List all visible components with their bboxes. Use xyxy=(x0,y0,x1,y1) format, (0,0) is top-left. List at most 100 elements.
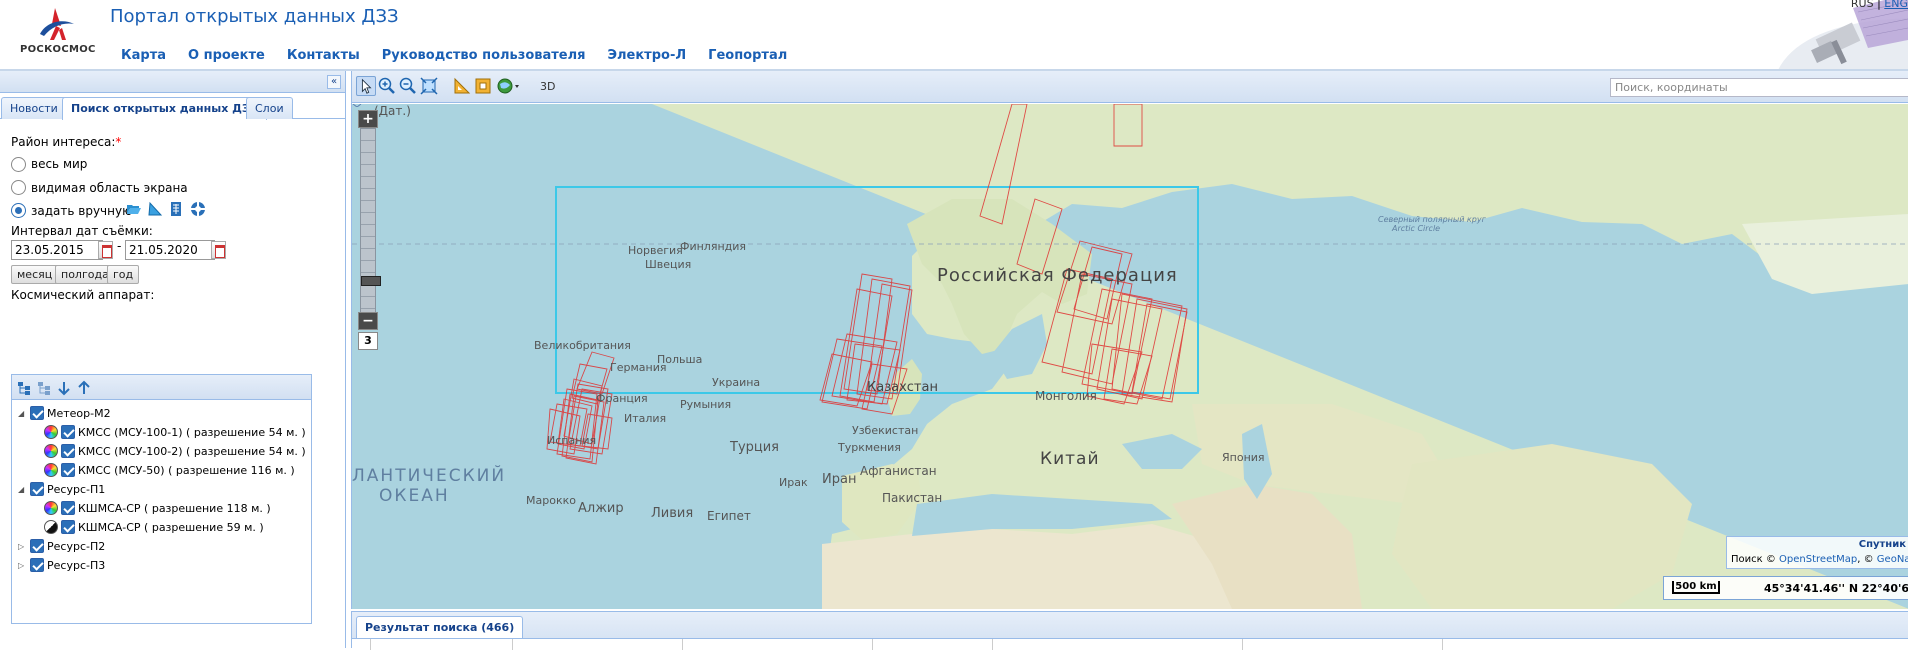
date-from-input[interactable]: 23.05.2015 xyxy=(11,240,103,260)
date-from-calendar-icon[interactable] xyxy=(98,241,113,259)
tree-node-label: Ресурс-П3 xyxy=(47,558,106,572)
checkbox-resurs-p2[interactable] xyxy=(30,539,44,553)
tree-node-kshmsa-118[interactable]: КШМСА-СР ( разрешение 118 м. ) xyxy=(44,499,271,517)
map-label-norway: Норвегия xyxy=(628,244,683,257)
zoom-out-button[interactable]: − xyxy=(358,312,378,330)
grid-column-divider[interactable] xyxy=(1242,639,1243,650)
grid-column-divider[interactable] xyxy=(512,639,513,650)
logo-text: РОСКОСМОС xyxy=(20,44,96,55)
tree-node-meteor-m2[interactable]: ◢ Метеор-М2 xyxy=(18,404,111,422)
arrow-up-icon[interactable] xyxy=(76,380,92,396)
collapse-panel-button[interactable]: « xyxy=(327,75,341,89)
map-label-mongolia: Монголия xyxy=(1035,389,1097,403)
map-label-china: Китай xyxy=(1040,449,1100,469)
draw-polygon-icon[interactable] xyxy=(147,201,163,217)
basemap-name[interactable]: Спутник xyxy=(1859,539,1906,550)
nav-geoportal[interactable]: Геопортал xyxy=(708,48,787,63)
nav-elektro-l[interactable]: Электро-Л xyxy=(607,48,686,63)
clear-area-icon[interactable] xyxy=(190,201,206,217)
tree-node-resurs-p2[interactable]: ▷ Ресурс-П2 xyxy=(18,537,105,555)
radio-whole-world-label[interactable]: весь мир xyxy=(31,157,87,171)
panchromatic-mode-icon xyxy=(44,520,58,534)
pointer-tool-icon[interactable] xyxy=(356,76,376,96)
nav-about[interactable]: О проекте xyxy=(188,48,265,63)
grid-column-divider[interactable] xyxy=(682,639,683,650)
left-panel-header: « xyxy=(0,71,345,93)
date-to-calendar-icon[interactable] xyxy=(211,241,226,259)
checkbox-kmss-100-2[interactable] xyxy=(61,444,75,458)
zoom-in-tool-icon[interactable] xyxy=(377,76,397,96)
checkbox-kmss-100-1[interactable] xyxy=(61,425,75,439)
language-switch: RUS | ENG xyxy=(1851,0,1908,10)
checkbox-kmss-50[interactable] xyxy=(61,463,75,477)
period-halfyear-button[interactable]: полгода xyxy=(55,265,115,284)
zoom-control: + − 3 xyxy=(358,110,381,350)
measure-angle-icon[interactable] xyxy=(452,76,472,96)
map-label-algeria: Алжир xyxy=(578,501,624,516)
period-month-button[interactable]: месяц xyxy=(11,265,59,284)
map-search-input[interactable]: Поиск, координаты xyxy=(1610,78,1908,97)
arrow-down-icon[interactable] xyxy=(56,380,72,396)
grid-column-divider[interactable] xyxy=(1442,639,1443,650)
tree-node-kmss-50[interactable]: КМСС (МСУ-50) ( разрешение 116 м. ) xyxy=(44,461,295,479)
tree-node-kmss-100-1[interactable]: КМСС (МСУ-100-1) ( разрешение 54 м. ) xyxy=(44,423,306,441)
map-label-russia: Российская Федерация xyxy=(937,265,1178,286)
coordinates-table-icon[interactable] xyxy=(168,201,184,217)
map-canvas[interactable]: (Дат.) Российская Федерация Казахстан Ки… xyxy=(352,104,1908,609)
geonames-link[interactable]: GeoNames xyxy=(1877,554,1908,565)
site-title[interactable]: Портал открытых данных ДЗЗ xyxy=(110,6,399,27)
checkbox-resurs-p3[interactable] xyxy=(30,558,44,572)
tab-search-data[interactable]: Поиск открытых данных ДЗЗ xyxy=(62,97,267,120)
tab-news[interactable]: Новости xyxy=(1,97,67,119)
radio-manual[interactable] xyxy=(11,203,26,218)
zoom-slider-handle[interactable] xyxy=(361,276,381,286)
radio-manual-label[interactable]: задать вручную xyxy=(31,204,132,218)
radio-visible-area[interactable] xyxy=(11,180,26,195)
tab-search-results[interactable]: Результат поиска (466) xyxy=(356,616,524,638)
checkbox-kshmsa-118[interactable] xyxy=(61,501,75,515)
tree-node-resurs-p3[interactable]: ▷ Ресурс-П3 xyxy=(18,556,105,574)
basemap-globe-icon[interactable] xyxy=(496,76,522,96)
collapse-all-icon[interactable] xyxy=(36,380,52,396)
open-folder-icon[interactable] xyxy=(126,201,142,217)
collapsed-arrow-icon[interactable]: ▷ xyxy=(18,542,27,551)
date-to-input[interactable]: 21.05.2020 xyxy=(125,240,215,260)
zoom-in-button[interactable]: + xyxy=(358,110,378,128)
tree-node-label: КШМСА-СР ( разрешение 118 м. ) xyxy=(78,501,271,515)
checkbox-meteor-m2[interactable] xyxy=(30,406,44,420)
openstreetmap-link[interactable]: OpenStreetMap xyxy=(1779,554,1857,565)
tree-node-label: КШМСА-СР ( разрешение 59 м. ) xyxy=(78,520,264,534)
radio-visible-area-label[interactable]: видимая область экрана xyxy=(31,181,188,195)
zoom-slider[interactable] xyxy=(360,128,381,324)
zoom-out-tool-icon[interactable] xyxy=(398,76,418,96)
nav-user-guide[interactable]: Руководство пользователя xyxy=(382,48,586,63)
lang-english[interactable]: ENG xyxy=(1884,0,1908,10)
results-panel: Результат поиска (466) xyxy=(351,611,1908,650)
checkbox-resurs-p1[interactable] xyxy=(30,482,44,496)
period-year-button[interactable]: год xyxy=(107,265,140,284)
results-grid-header xyxy=(352,638,1908,650)
nav-map[interactable]: Карта xyxy=(121,48,166,63)
lang-current[interactable]: RUS xyxy=(1851,0,1874,10)
tab-layers[interactable]: Слои xyxy=(246,97,293,119)
map-label-sweden: Швеция xyxy=(645,258,692,271)
radio-whole-world[interactable] xyxy=(11,157,26,172)
checkbox-kshmsa-59[interactable] xyxy=(61,520,75,534)
zoom-level-indicator: 3 xyxy=(358,332,378,350)
tree-node-kshmsa-59[interactable]: КШМСА-СР ( разрешение 59 м. ) xyxy=(44,518,264,536)
measure-area-icon[interactable] xyxy=(473,76,493,96)
expanded-arrow-icon[interactable]: ◢ xyxy=(18,409,27,418)
nav-contacts[interactable]: Контакты xyxy=(287,48,360,63)
full-extent-icon[interactable] xyxy=(419,76,439,96)
grid-column-divider[interactable] xyxy=(370,639,371,650)
grid-column-divider[interactable] xyxy=(872,639,873,650)
date-interval-label: Интервал дат съёмки: xyxy=(11,224,153,238)
expand-all-icon[interactable] xyxy=(16,380,32,396)
grid-column-divider[interactable] xyxy=(992,639,993,650)
collapsed-arrow-icon[interactable]: ▷ xyxy=(18,561,27,570)
splitter-grip-icon[interactable] xyxy=(352,104,362,107)
tree-node-resurs-p1[interactable]: ◢ Ресурс-П1 xyxy=(18,480,105,498)
expanded-arrow-icon[interactable]: ◢ xyxy=(18,485,27,494)
3d-mode-button[interactable]: 3D xyxy=(540,80,555,93)
tree-node-kmss-100-2[interactable]: КМСС (МСУ-100-2) ( разрешение 54 м. ) xyxy=(44,442,306,460)
